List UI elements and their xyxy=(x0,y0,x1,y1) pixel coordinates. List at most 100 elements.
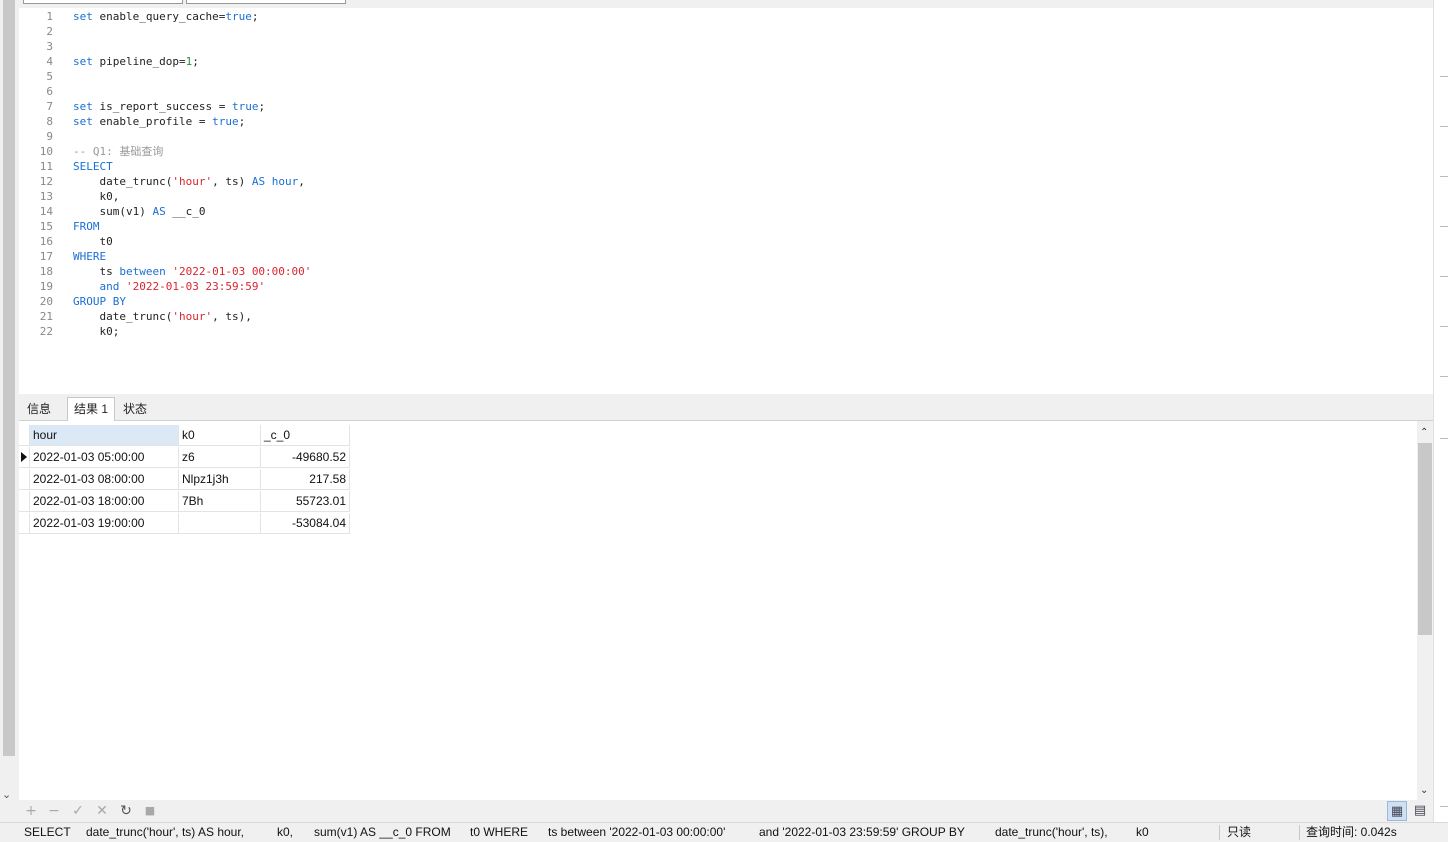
status-sql-part: sum(v1) AS __c_0 FROM xyxy=(314,825,451,839)
sql-editor[interactable]: 1 2 3 4 5 6 7 8 9 10 11 12 13 14 15 16 17 18 19 20 21 22 set … xyxy=(19,8,1433,394)
line-number: 3 xyxy=(46,40,53,53)
left-scrollbar[interactable] xyxy=(3,0,15,756)
result-grid[interactable]: hour k0 _c_0 2022-01-03 05:00:00 z6 -496… xyxy=(19,421,1417,800)
line-number: 10 xyxy=(39,145,53,158)
result-tabs-bar: 信息 结果 1 状态 xyxy=(19,396,1433,421)
table-row[interactable]: 2022-01-03 08:00:00 Nlpz1j3h 217.58 xyxy=(19,469,350,491)
code-token: and xyxy=(99,280,120,293)
cell-hour[interactable]: 2022-01-03 05:00:00 xyxy=(30,447,179,468)
code-line[interactable]: ts between '2022-01-03 00:00:00' xyxy=(73,264,311,279)
cell-hour[interactable]: 2022-01-03 19:00:00 xyxy=(30,513,179,534)
line-number: 9 xyxy=(46,130,53,143)
rail-tick xyxy=(1440,438,1448,439)
code-token: date_trunc( xyxy=(73,310,173,323)
grid-view-icon[interactable]: ▦ xyxy=(1387,801,1407,821)
scroll-down-icon[interactable]: ⌄ xyxy=(1420,785,1428,796)
row-indicator-header xyxy=(19,425,30,446)
apply-changes-icon[interactable]: ✓ xyxy=(69,802,87,820)
discard-changes-icon[interactable]: ✕ xyxy=(93,802,111,820)
code-line[interactable]: t0 xyxy=(73,234,113,249)
line-number: 19 xyxy=(39,280,53,293)
code-token: ; xyxy=(258,100,266,113)
code-line[interactable]: GROUP BY xyxy=(73,294,126,309)
cell-c0[interactable]: 217.58 xyxy=(261,469,350,490)
scroll-thumb[interactable] xyxy=(1418,443,1432,635)
code-token: , ts) xyxy=(212,175,252,188)
code-line[interactable]: WHERE xyxy=(73,249,106,264)
code-token: true xyxy=(212,115,239,128)
add-record-icon[interactable]: + xyxy=(22,802,40,820)
rail-tick xyxy=(1440,276,1448,277)
grid-toolbar: + − ✓ ✕ ↻ ■ ▦ ▤ xyxy=(19,800,1433,822)
code-token: __c_0 xyxy=(165,205,206,218)
code-token: k0, xyxy=(73,190,120,203)
code-line[interactable]: set enable_profile = true; xyxy=(73,114,245,129)
code-line[interactable]: date_trunc('hour', ts), xyxy=(73,309,251,324)
code-line[interactable]: k0; xyxy=(73,324,119,339)
line-number: 18 xyxy=(39,265,53,278)
code-line[interactable]: FROM xyxy=(73,219,100,234)
code-token: AS xyxy=(152,205,166,218)
column-header-k0[interactable]: k0 xyxy=(179,425,261,446)
cell-c0[interactable]: -53084.04 xyxy=(261,513,350,534)
table-row[interactable]: 2022-01-03 05:00:00 z6 -49680.52 xyxy=(19,447,350,469)
row-indicator[interactable] xyxy=(19,491,30,512)
form-view-icon[interactable]: ▤ xyxy=(1410,801,1430,821)
query-tab-1[interactable] xyxy=(23,0,183,4)
cell-hour[interactable]: 2022-01-03 18:00:00 xyxy=(30,491,179,512)
column-header-hour[interactable]: hour xyxy=(30,425,179,446)
table-row[interactable]: 2022-01-03 18:00:00 7Bh 55723.01 xyxy=(19,491,350,513)
cell-c0[interactable]: -49680.52 xyxy=(261,447,350,468)
stop-icon[interactable]: ■ xyxy=(141,802,159,820)
cell-k0[interactable]: z6 xyxy=(179,447,261,468)
code-token: set xyxy=(73,55,93,68)
column-header-c0[interactable]: _c_0 xyxy=(261,425,350,446)
code-line[interactable]: set pipeline_dop=1; xyxy=(73,54,199,69)
code-token: date_trunc( xyxy=(73,175,173,188)
code-line[interactable]: and '2022-01-03 23:59:59' xyxy=(73,279,266,294)
line-number: 6 xyxy=(46,85,53,98)
refresh-icon[interactable]: ↻ xyxy=(117,802,135,820)
cell-k0[interactable] xyxy=(179,513,261,534)
code-line[interactable]: date_trunc('hour', ts) AS hour, xyxy=(73,174,304,189)
row-indicator[interactable] xyxy=(19,469,30,490)
table-row[interactable]: 2022-01-03 19:00:00 -53084.04 xyxy=(19,513,350,535)
status-sql-part: ts between '2022-01-03 00:00:00' xyxy=(548,825,726,839)
cell-k0[interactable]: Nlpz1j3h xyxy=(179,469,261,490)
code-line[interactable]: sum(v1) AS __c_0 xyxy=(73,204,205,219)
code-token: true xyxy=(225,10,252,23)
sql-code-area[interactable]: set enable_query_cache=true;set pipeline… xyxy=(73,8,1433,394)
cell-c0[interactable]: 55723.01 xyxy=(261,491,350,512)
line-number: 21 xyxy=(39,310,53,323)
code-token: t0 xyxy=(73,235,113,248)
rail-tick xyxy=(1440,326,1448,327)
left-panel-strip: ⌄ xyxy=(0,0,19,820)
rail-tick xyxy=(1440,226,1448,227)
chevron-down-icon[interactable]: ⌄ xyxy=(2,788,11,801)
grid-vertical-scrollbar[interactable]: ⌃ ⌄ xyxy=(1417,425,1433,800)
code-token: k0; xyxy=(73,325,120,338)
delete-record-icon[interactable]: − xyxy=(45,802,63,820)
code-line[interactable]: -- Q1: 基础查询 xyxy=(73,144,163,159)
cell-hour[interactable]: 2022-01-03 08:00:00 xyxy=(30,469,179,490)
code-line[interactable]: set enable_query_cache=true; xyxy=(73,9,258,24)
row-indicator[interactable] xyxy=(19,447,30,468)
tab-info[interactable]: 信息 xyxy=(21,398,57,420)
line-number: 14 xyxy=(39,205,53,218)
query-tabs xyxy=(19,0,1433,8)
line-number: 20 xyxy=(39,295,53,308)
code-token: set xyxy=(73,10,93,23)
cell-k0[interactable]: 7Bh xyxy=(179,491,261,512)
status-sql-part: SELECT xyxy=(24,825,71,839)
code-token: ; xyxy=(192,55,199,68)
scroll-up-icon[interactable]: ⌃ xyxy=(1420,427,1428,438)
row-indicator[interactable] xyxy=(19,513,30,534)
query-tab-2[interactable] xyxy=(186,0,346,4)
code-line[interactable]: k0, xyxy=(73,189,119,204)
code-line[interactable]: set is_report_success = true; xyxy=(73,99,265,114)
code-line[interactable]: SELECT xyxy=(73,159,113,174)
line-number: 5 xyxy=(46,70,53,83)
tab-result-1[interactable]: 结果 1 xyxy=(67,397,116,421)
tab-status[interactable]: 状态 xyxy=(117,398,153,420)
line-number: 11 xyxy=(39,160,53,173)
